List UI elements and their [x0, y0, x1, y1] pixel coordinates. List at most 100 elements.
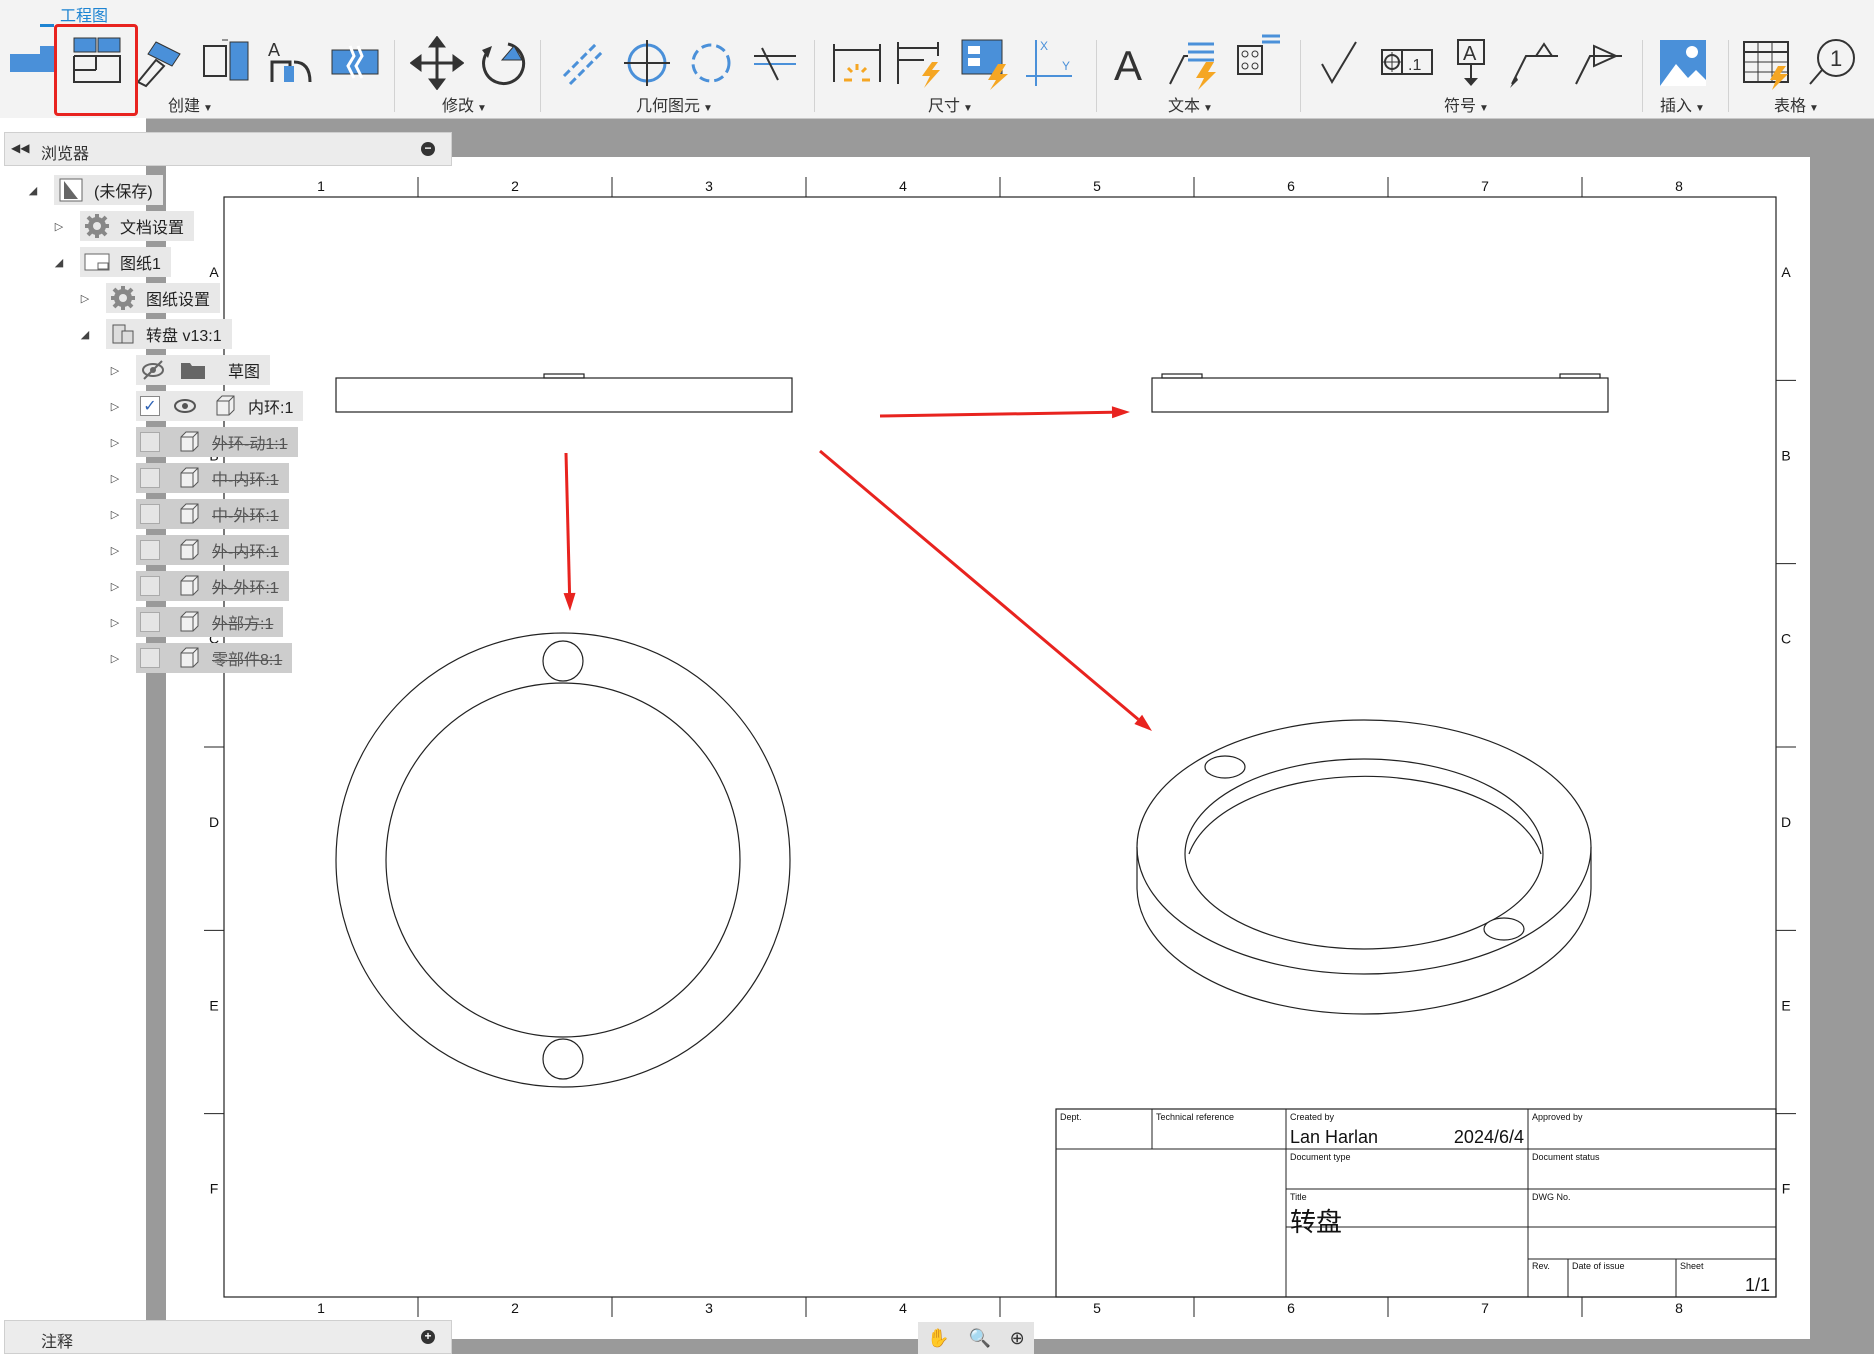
base-view-icon[interactable]: [6, 36, 60, 90]
zoom-window-icon[interactable]: ⊕: [1010, 1328, 1025, 1349]
tree-node[interactable]: 外环-动1:1: [172, 427, 298, 457]
tree-node[interactable]: 零部件8:1: [172, 643, 293, 673]
tree-node[interactable]: 中-外环:1: [172, 499, 289, 529]
edge-symbol-icon[interactable]: [1572, 36, 1626, 90]
expand-arrow-icon[interactable]: ▷: [108, 508, 122, 521]
tree-turntable[interactable]: ◢ 转盘 v13:1: [78, 318, 232, 350]
tree-outer-outer-ring[interactable]: ▷ 外-外环:1: [108, 570, 289, 602]
geometry-label: 几何图元: [636, 98, 701, 115]
tree-mid-outer-ring[interactable]: ▷ 中-外环:1: [108, 498, 289, 530]
tree-node[interactable]: 图纸设置: [106, 283, 221, 313]
break-view-icon[interactable]: A: [264, 36, 318, 90]
tb-rev-label: Rev.: [1532, 1261, 1550, 1271]
expand-arrow-icon[interactable]: ▷: [108, 652, 122, 665]
insert-menu[interactable]: 插入 ▼: [1660, 92, 1705, 116]
centerline-icon[interactable]: [556, 36, 610, 90]
expand-arrow-icon[interactable]: ▷: [108, 544, 122, 557]
expand-arrow-icon[interactable]: ▷: [108, 436, 122, 449]
drawing-sheet[interactable]: 1122334455667788AABBCCDDEEFFDept.Technic…: [166, 157, 1810, 1339]
tree-outer-square[interactable]: ▷ 外部方:1: [108, 606, 284, 638]
expand-arrow-icon[interactable]: ▷: [108, 364, 122, 377]
tree-node[interactable]: 转盘 v13:1: [106, 319, 232, 349]
tree-node[interactable]: 外-内环:1: [172, 535, 289, 565]
expand-arrow-icon[interactable]: ▷: [108, 400, 122, 413]
tree-part8[interactable]: ▷ 零部件8:1: [108, 642, 293, 674]
welding-symbol-icon[interactable]: [1508, 36, 1562, 90]
section-view-icon[interactable]: [134, 36, 188, 90]
break-icon[interactable]: [328, 36, 382, 90]
pan-icon[interactable]: ✋: [927, 1328, 949, 1349]
tree-outer-ring-moving[interactable]: ▷ 外环-动1:1: [108, 426, 298, 458]
notes-panel[interactable]: 注释 +: [4, 1320, 452, 1354]
tree-mid-inner-ring[interactable]: ▷ 中-内环:1: [108, 462, 289, 494]
expand-icon[interactable]: +: [421, 1330, 435, 1344]
ordinate-dimension-icon[interactable]: XY: [1022, 36, 1076, 90]
arrange-dimensions-icon[interactable]: [958, 36, 1012, 90]
minimize-icon[interactable]: −: [421, 142, 435, 156]
collapse-arrow-icon[interactable]: ◢: [26, 184, 40, 197]
edge-extension-icon[interactable]: [748, 36, 802, 90]
visibility-checkbox[interactable]: [140, 648, 160, 668]
collapse-arrow-icon[interactable]: ◢: [52, 256, 66, 269]
svg-text:.1: .1: [1408, 57, 1421, 74]
tree-node[interactable]: (未保存): [54, 175, 163, 205]
collapse-arrow-icon[interactable]: ◢: [78, 328, 92, 341]
center-mark-icon[interactable]: [620, 36, 674, 90]
tab-drawing[interactable]: 工程图: [60, 2, 108, 26]
geometry-menu[interactable]: 几何图元 ▼: [636, 92, 713, 116]
tree-node[interactable]: 内环:1: [208, 391, 304, 421]
expand-arrow-icon[interactable]: ▷: [108, 616, 122, 629]
tree-node[interactable]: 文档设置: [80, 211, 195, 241]
expand-arrow-icon[interactable]: ▷: [108, 472, 122, 485]
leader-icon[interactable]: [1166, 36, 1220, 90]
zoom-icon[interactable]: 🔍: [968, 1328, 990, 1349]
insert-image-icon[interactable]: [1656, 36, 1710, 90]
table-menu[interactable]: 表格 ▼: [1774, 92, 1819, 116]
tree-sheet-settings[interactable]: ▷ 图纸设置: [78, 282, 221, 314]
visibility-checkbox[interactable]: [140, 540, 160, 560]
tree-node[interactable]: 外部方:1: [172, 607, 284, 637]
move-icon[interactable]: [410, 36, 464, 90]
detail-view-icon[interactable]: [200, 36, 254, 90]
expand-arrow-icon[interactable]: ▷: [52, 220, 66, 233]
expand-arrow-icon[interactable]: ▷: [108, 580, 122, 593]
visibility-off-icon[interactable]: [140, 357, 166, 383]
modify-menu[interactable]: 修改 ▼: [442, 92, 487, 116]
symbol-menu[interactable]: 符号 ▼: [1444, 92, 1489, 116]
tree-label: 草图: [228, 364, 261, 381]
table-note-icon[interactable]: [1228, 26, 1282, 80]
tree-doc-settings[interactable]: ▷ 文档设置: [52, 210, 195, 242]
create-menu[interactable]: 创建 ▼: [168, 92, 213, 116]
visibility-checkbox[interactable]: [140, 432, 160, 452]
feature-control-frame-icon[interactable]: .1: [1380, 36, 1434, 90]
visibility-checkbox[interactable]: [140, 612, 160, 632]
tree-node[interactable]: 图纸1: [80, 247, 171, 277]
visibility-checkbox[interactable]: [140, 468, 160, 488]
visibility-checkbox[interactable]: [140, 504, 160, 524]
tree-sketches[interactable]: ▷ 草图: [108, 354, 271, 386]
tree-sheet1[interactable]: ◢ 图纸1: [52, 246, 171, 278]
visibility-checkbox[interactable]: ✓: [140, 396, 160, 416]
table-icon[interactable]: [1740, 36, 1794, 90]
zone-row-label: E: [1781, 997, 1790, 1013]
tree-node[interactable]: 外-外环:1: [172, 571, 289, 601]
dimension-icon[interactable]: [830, 36, 884, 90]
expand-arrow-icon[interactable]: ▷: [78, 292, 92, 305]
baseline-dimension-icon[interactable]: [894, 36, 948, 90]
center-pattern-icon[interactable]: [684, 36, 738, 90]
balloon-icon[interactable]: 1: [1806, 36, 1860, 90]
dimension-menu[interactable]: 尺寸 ▼: [928, 92, 973, 116]
tree-inner-ring[interactable]: ▷ ✓ 内环:1: [108, 390, 304, 422]
collapse-icon[interactable]: ◀◀: [11, 141, 29, 155]
surface-texture-icon[interactable]: [1316, 36, 1370, 90]
eye-icon[interactable]: [172, 393, 198, 419]
tree-root[interactable]: ◢ (未保存): [26, 174, 163, 206]
tree-outer-inner-ring[interactable]: ▷ 外-内环:1: [108, 534, 289, 566]
text-icon[interactable]: A: [1104, 36, 1158, 90]
tree-node[interactable]: 中-内环:1: [172, 463, 289, 493]
text-menu[interactable]: 文本 ▼: [1168, 92, 1213, 116]
tree-node[interactable]: 草图: [176, 355, 271, 385]
rotate-icon[interactable]: [474, 36, 528, 90]
datum-identifier-icon[interactable]: A: [1444, 36, 1498, 90]
visibility-checkbox[interactable]: [140, 576, 160, 596]
